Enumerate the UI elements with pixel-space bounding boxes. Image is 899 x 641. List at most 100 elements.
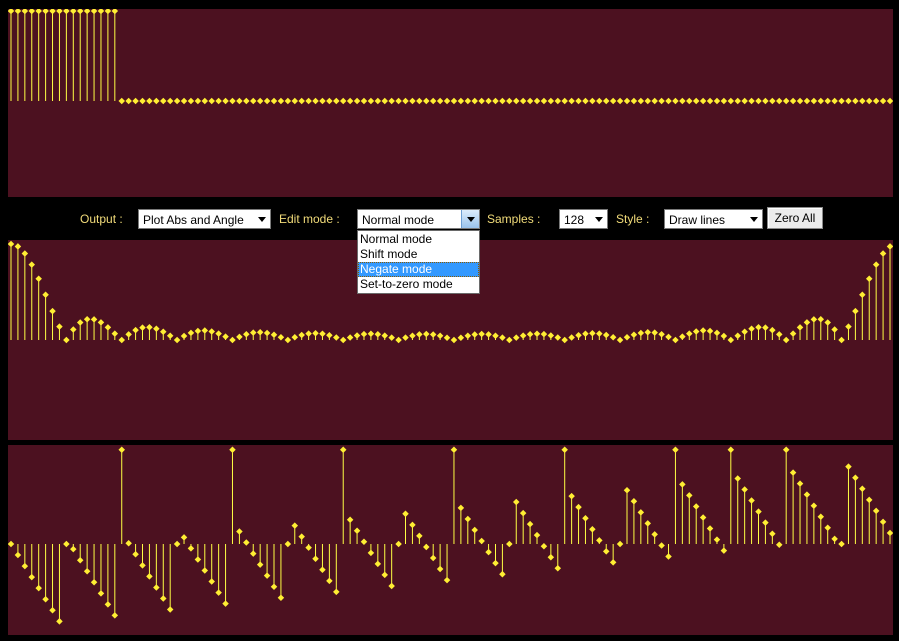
dft-magnitude-point[interactable]: [554, 334, 562, 341]
dft-angle-point[interactable]: [132, 551, 139, 558]
input-signal-point[interactable]: [561, 97, 568, 105]
input-signal-point[interactable]: [139, 97, 146, 105]
dft-angle-point[interactable]: [215, 589, 222, 596]
input-signal-point[interactable]: [388, 97, 395, 105]
input-signal-point[interactable]: [333, 97, 340, 105]
dft-angle-point[interactable]: [637, 509, 645, 516]
dft-angle-point[interactable]: [353, 527, 361, 534]
dft-angle-point[interactable]: [838, 540, 845, 548]
input-signal-point[interactable]: [180, 97, 188, 105]
dft-magnitude-point[interactable]: [443, 334, 451, 341]
dft-angle-point[interactable]: [187, 545, 195, 552]
dft-angle-point[interactable]: [609, 559, 617, 566]
input-signal-point[interactable]: [76, 9, 84, 15]
dft-angle-point[interactable]: [395, 540, 402, 548]
dft-magnitude-point[interactable]: [256, 328, 264, 336]
dft-angle-point[interactable]: [173, 540, 181, 548]
dft-magnitude-point[interactable]: [139, 324, 146, 331]
dft-angle-point[interactable]: [457, 504, 465, 512]
dft-magnitude-point[interactable]: [104, 324, 112, 331]
input-signal-point[interactable]: [222, 97, 229, 105]
edit-mode-select[interactable]: Normal mode: [357, 209, 480, 229]
dft-angle-point[interactable]: [831, 535, 838, 543]
input-signal-point[interactable]: [443, 97, 451, 105]
dft-angle-plot[interactable]: [8, 445, 893, 635]
dft-angle-point[interactable]: [28, 573, 36, 581]
dft-angle-point[interactable]: [291, 522, 299, 529]
input-signal-point[interactable]: [540, 97, 548, 105]
dft-magnitude-point[interactable]: [810, 316, 818, 323]
input-signal-point[interactable]: [596, 97, 603, 105]
input-signal-point[interactable]: [160, 97, 167, 105]
input-signal-point[interactable]: [838, 97, 845, 105]
dft-angle-point[interactable]: [720, 547, 728, 554]
dft-angle-point[interactable]: [416, 532, 423, 540]
dft-magnitude-point[interactable]: [872, 261, 880, 268]
dft-magnitude-point[interactable]: [686, 330, 693, 337]
input-signal-point[interactable]: [457, 97, 465, 105]
dft-magnitude-point[interactable]: [291, 334, 299, 341]
dft-angle-point[interactable]: [305, 544, 312, 551]
input-signal-point[interactable]: [14, 9, 22, 15]
dft-angle-point[interactable]: [284, 540, 292, 548]
dft-angle-point[interactable]: [374, 560, 382, 568]
dft-magnitude-point[interactable]: [125, 331, 132, 338]
input-signal-point[interactable]: [630, 97, 638, 105]
dft-angle-point[interactable]: [741, 486, 748, 493]
input-signal-point[interactable]: [56, 9, 63, 15]
input-signal-point[interactable]: [395, 97, 402, 105]
dft-angle-point[interactable]: [160, 595, 167, 602]
dft-magnitude-point[interactable]: [118, 336, 125, 344]
dft-magnitude-point[interactable]: [402, 334, 409, 341]
dft-angle-point[interactable]: [76, 556, 84, 564]
input-signal-point[interactable]: [146, 97, 153, 105]
dft-magnitude-point[interactable]: [803, 319, 811, 326]
input-signal-point[interactable]: [326, 97, 333, 105]
dft-magnitude-point[interactable]: [263, 329, 271, 337]
dft-angle-point[interactable]: [118, 446, 125, 454]
dft-angle-point[interactable]: [326, 577, 333, 585]
input-signal-point[interactable]: [686, 97, 693, 105]
dft-angle-point[interactable]: [845, 463, 852, 470]
dft-magnitude-point[interactable]: [346, 334, 354, 341]
input-signal-point[interactable]: [35, 9, 42, 15]
dft-angle-point[interactable]: [796, 480, 804, 487]
input-signal-point[interactable]: [769, 97, 776, 105]
dft-magnitude-point[interactable]: [423, 330, 430, 338]
input-signal-point[interactable]: [173, 97, 181, 105]
dft-magnitude-point[interactable]: [630, 331, 638, 338]
input-signal-point[interactable]: [70, 9, 77, 15]
dft-angle-point[interactable]: [810, 502, 818, 509]
dft-angle-point[interactable]: [402, 510, 409, 518]
dft-angle-point[interactable]: [734, 475, 741, 482]
dft-magnitude-point[interactable]: [512, 334, 520, 341]
dft-magnitude-point[interactable]: [284, 336, 292, 344]
dft-angle-point[interactable]: [644, 520, 652, 527]
dft-magnitude-point[interactable]: [623, 333, 631, 341]
dft-magnitude-point[interactable]: [298, 331, 305, 339]
dft-angle-point[interactable]: [35, 584, 42, 592]
dft-angle-point[interactable]: [533, 531, 541, 539]
dft-angle-point[interactable]: [651, 531, 658, 538]
dft-magnitude-point[interactable]: [658, 331, 665, 338]
output-select[interactable]: Plot Abs and Angle: [138, 209, 271, 229]
input-signal-point[interactable]: [97, 9, 105, 15]
dft-angle-point[interactable]: [824, 524, 831, 532]
input-signal-point[interactable]: [118, 97, 125, 105]
dft-angle-point[interactable]: [21, 562, 29, 570]
dft-angle-point[interactable]: [471, 526, 478, 534]
dft-magnitude-point[interactable]: [506, 336, 513, 344]
dft-magnitude-point[interactable]: [755, 324, 762, 331]
dft-magnitude-point[interactable]: [132, 326, 139, 334]
input-signal-point[interactable]: [547, 97, 555, 105]
dft-magnitude-point[interactable]: [845, 323, 852, 330]
input-signal-point[interactable]: [706, 97, 714, 105]
dft-magnitude-point[interactable]: [8, 240, 15, 248]
dft-magnitude-point[interactable]: [208, 328, 215, 335]
dft-angle-point[interactable]: [346, 516, 354, 523]
input-signal-point[interactable]: [63, 9, 70, 15]
dft-angle-point[interactable]: [872, 507, 880, 515]
dft-magnitude-point[interactable]: [70, 326, 77, 333]
dft-magnitude-point[interactable]: [741, 328, 748, 336]
dft-magnitude-point[interactable]: [395, 336, 402, 344]
